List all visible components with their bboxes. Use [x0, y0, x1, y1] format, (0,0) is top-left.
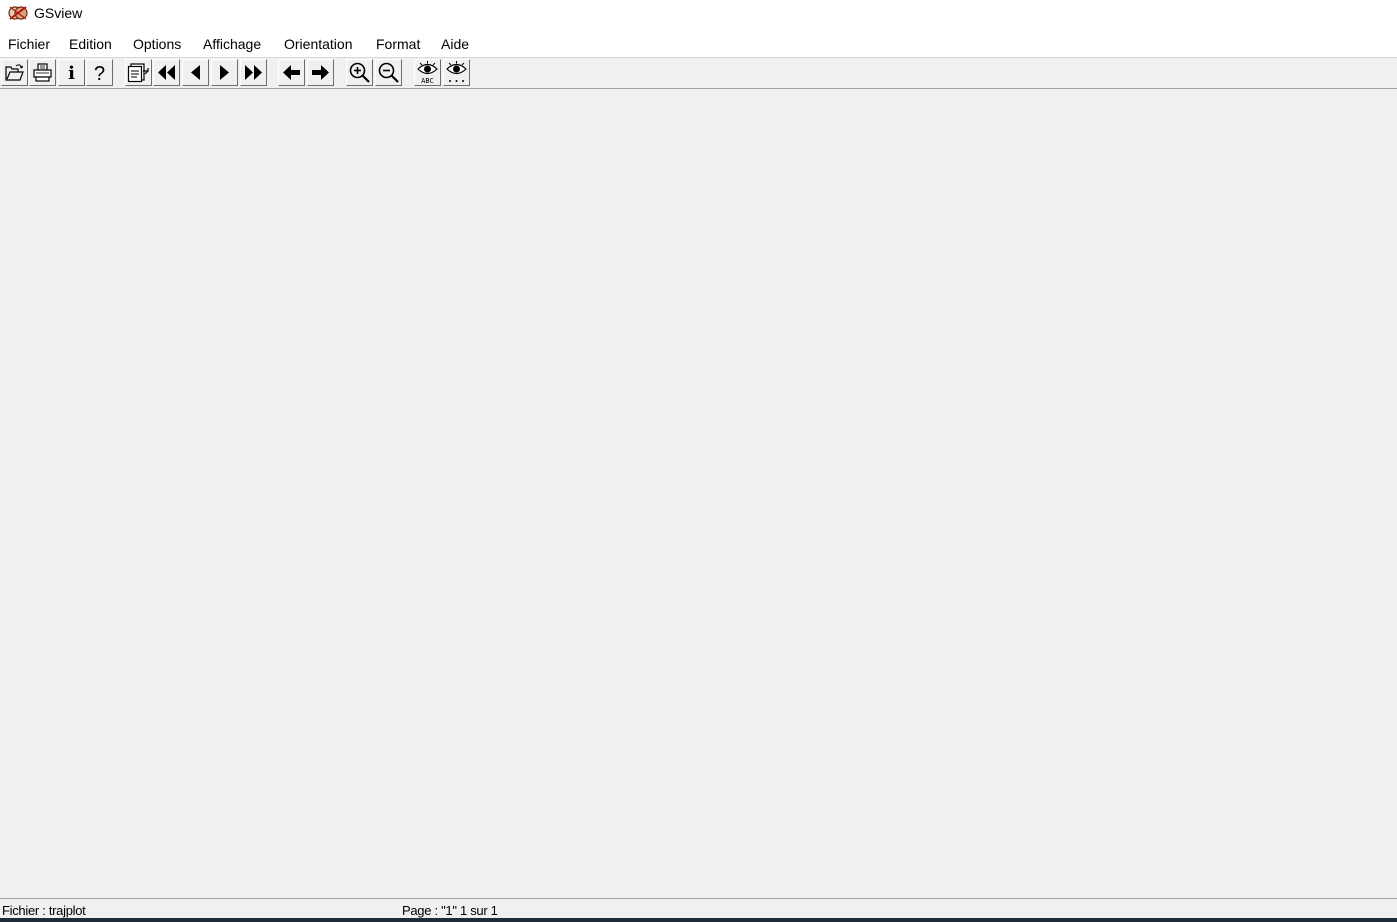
back-arrow-icon	[283, 65, 300, 80]
taskbar-edge	[0, 918, 1397, 922]
eye-dots-icon	[446, 61, 467, 82]
zoom-in-button[interactable]	[346, 59, 373, 86]
menu-aide[interactable]: Aide	[441, 36, 469, 52]
open-button[interactable]	[1, 59, 28, 86]
toolbar: i ? ABC	[0, 58, 1397, 89]
menu-format[interactable]: Format	[376, 36, 420, 52]
svg-text:?: ?	[94, 63, 105, 83]
svg-text:ABC: ABC	[421, 77, 434, 85]
goto-page-button[interactable]	[125, 59, 152, 86]
status-file: Fichier : trajplot	[2, 903, 86, 918]
forward-arrow-icon	[312, 65, 329, 80]
printer-icon	[33, 63, 52, 82]
menu-edition[interactable]: Edition	[69, 36, 112, 52]
help-icon: ?	[94, 63, 105, 83]
print-button[interactable]	[29, 59, 56, 86]
status-page: Page : "1" 1 sur 1	[402, 903, 498, 918]
help-button[interactable]: ?	[86, 59, 113, 86]
forward-button[interactable]	[307, 59, 334, 86]
zoom-out-icon	[378, 62, 399, 83]
document-view[interactable]	[0, 89, 1397, 898]
back-button[interactable]	[278, 59, 305, 86]
menu-bar: Fichier Edition Options Affichage Orient…	[0, 28, 1397, 58]
status-bar: Fichier : trajplot Page : "1" 1 sur 1	[0, 898, 1397, 919]
menu-orientation[interactable]: Orientation	[284, 36, 352, 52]
menu-fichier[interactable]: Fichier	[8, 36, 50, 52]
previous-page-button[interactable]	[182, 59, 209, 86]
open-folder-icon	[5, 64, 24, 81]
info-icon: i	[68, 63, 75, 83]
svg-text:i: i	[68, 63, 75, 83]
goto-page-icon	[127, 63, 149, 83]
zoom-in-icon	[349, 62, 370, 83]
menu-affichage[interactable]: Affichage	[203, 36, 261, 52]
previous-page-icon	[191, 65, 200, 80]
first-page-icon	[158, 65, 175, 80]
eye-abc-icon: ABC	[417, 61, 438, 85]
gsview-logo-icon	[8, 6, 28, 20]
gsview-window: GSview Fichier Edition Options Affichage…	[0, 0, 1397, 922]
info-button[interactable]: i	[58, 59, 85, 86]
eye-dots-button[interactable]	[443, 59, 470, 86]
first-page-button[interactable]	[153, 59, 180, 86]
title-bar: GSview	[0, 0, 1397, 28]
window-title: GSview	[34, 5, 83, 21]
next-page-button[interactable]	[211, 59, 238, 86]
zoom-out-button[interactable]	[375, 59, 402, 86]
next-page-icon	[220, 65, 229, 80]
eye-abc-button[interactable]: ABC	[414, 59, 441, 86]
menu-options[interactable]: Options	[133, 36, 181, 52]
last-page-icon	[245, 65, 262, 80]
last-page-button[interactable]	[240, 59, 267, 86]
